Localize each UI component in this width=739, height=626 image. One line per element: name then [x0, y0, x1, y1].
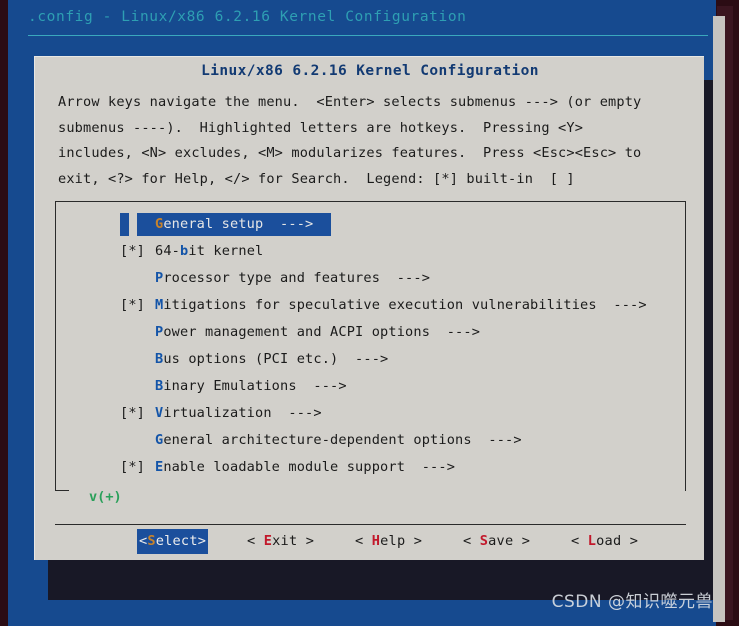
button-prefix: <: [355, 533, 372, 549]
menu-cursor-block: [120, 213, 129, 236]
menu-item-label-rest: inary Emulations --->: [163, 378, 347, 394]
menu-item-label-rest: itigations for speculative execution vul…: [163, 297, 647, 313]
button-prefix: <: [463, 533, 480, 549]
button-label-rest: elp >: [380, 533, 423, 549]
menu-item[interactable]: Binary Emulations --->: [35, 373, 705, 400]
menu-item-label[interactable]: Binary Emulations --->: [155, 373, 347, 400]
help-line: includes, <N> excludes, <M> modularizes …: [58, 145, 642, 161]
menu-item-label[interactable]: 64-bit kernel: [155, 238, 263, 265]
menu-item-checkbox[interactable]: [*]: [120, 400, 145, 427]
menuconfig-dialog: Linux/x86 6.2.16 Kernel Configuration Ar…: [34, 56, 704, 560]
window-scrollbar-thumb[interactable]: [713, 16, 725, 622]
window-scrollbar-track[interactable]: [713, 6, 733, 622]
scroll-more-text: v(+): [89, 489, 122, 505]
menu-item-checkbox[interactable]: [*]: [120, 292, 145, 319]
menu-item[interactable]: General architecture-dependent options -…: [35, 427, 705, 454]
menu-item-checkbox[interactable]: [*]: [120, 454, 145, 481]
button-hotkey: S: [147, 533, 156, 549]
button-label-rest: xit >: [272, 533, 315, 549]
window-titlebar: .config - Linux/x86 6.2.16 Kernel Config…: [16, 0, 716, 40]
menu-item-label-rest: eneral architecture-dependent options --…: [163, 432, 522, 448]
exit-button[interactable]: < Exit >: [247, 529, 314, 554]
save-button[interactable]: < Save >: [463, 529, 530, 554]
menu-item-label-rest: ower management and ACPI options --->: [163, 324, 481, 340]
dialog-title: Linux/x86 6.2.16 Kernel Configuration: [201, 63, 539, 79]
menu-item-checkbox[interactable]: [*]: [120, 238, 145, 265]
scroll-more-indicator: v(+): [35, 484, 705, 510]
menu-item-label[interactable]: Enable loadable module support --->: [155, 454, 455, 481]
button-hotkey: L: [587, 533, 597, 549]
terminal-background: .config - Linux/x86 6.2.16 Kernel Config…: [8, 0, 716, 626]
menu-list[interactable]: General setup ---> [*] 64-bit kernel Proces…: [35, 211, 705, 481]
window-title-text: .config - Linux/x86 6.2.16 Kernel Config…: [28, 9, 467, 25]
menu-item[interactable]: [*] Virtualization --->: [35, 400, 705, 427]
outer-window-frame: .config - Linux/x86 6.2.16 Kernel Config…: [0, 0, 739, 626]
button-bar[interactable]: <Select> < Exit > < Help > < Save > < Load >: [35, 529, 705, 557]
select-button[interactable]: <Select>: [137, 529, 209, 554]
menu-item[interactable]: [*] Enable loadable module support --->: [35, 454, 705, 481]
button-prefix: <: [247, 533, 264, 549]
menu-item-label-rest: eneral setup --->: [163, 216, 314, 232]
menu-item[interactable]: Bus options (PCI etc.) --->: [35, 346, 705, 373]
button-hotkey: E: [263, 533, 273, 549]
help-button[interactable]: < Help >: [355, 529, 422, 554]
menu-item[interactable]: Power management and ACPI options --->: [35, 319, 705, 346]
help-legend-text: Arrow keys navigate the menu. <Enter> se…: [58, 90, 688, 192]
button-hotkey: H: [371, 533, 381, 549]
button-label-rest: elect>: [155, 533, 207, 549]
help-line: submenus ----). Highlighted letters are …: [58, 119, 584, 136]
menu-item-label[interactable]: Bus options (PCI etc.) --->: [155, 346, 388, 373]
menu-item-label-rest: rocessor type and features --->: [163, 270, 431, 286]
button-label-rest: oad >: [596, 533, 639, 549]
button-prefix: <: [571, 533, 588, 549]
menu-item-label-rest: irtualization --->: [163, 405, 322, 421]
menu-item[interactable]: [*] Mitigations for speculative execution…: [35, 292, 705, 319]
menu-item-label[interactable]: General setup --->: [137, 213, 332, 236]
menu-item[interactable]: [*] 64-bit kernel: [35, 238, 705, 265]
load-button[interactable]: < Load >: [571, 529, 638, 554]
button-label-rest: ave >: [488, 533, 531, 549]
menu-item[interactable]: General setup --->: [35, 211, 705, 238]
csdn-watermark: CSDN @知识噬元兽: [551, 592, 713, 612]
menu-item-label-pre: 64-: [155, 243, 181, 259]
menu-item-label-rest: us options (PCI etc.) --->: [163, 351, 389, 367]
help-line: Arrow keys navigate the menu. <Enter> se…: [58, 94, 642, 110]
button-hotkey: S: [479, 533, 489, 549]
menu-item-label-rest: nable loadable module support --->: [163, 459, 456, 475]
menu-item[interactable]: Processor type and features --->: [35, 265, 705, 292]
menu-item-label[interactable]: Mitigations for speculative execution vu…: [155, 292, 647, 319]
menu-item-label-rest: it kernel: [188, 243, 264, 259]
menu-item-label[interactable]: Virtualization --->: [155, 400, 322, 427]
button-bar-divider: [55, 524, 686, 525]
menu-item-label[interactable]: Processor type and features --->: [155, 265, 430, 292]
menu-item-label[interactable]: General architecture-dependent options -…: [155, 427, 522, 454]
help-line: exit, <?> for Help, </> for Search. Lege…: [58, 170, 575, 187]
menu-item-label[interactable]: Power management and ACPI options --->: [155, 319, 480, 346]
titlebar-divider: [28, 35, 708, 36]
